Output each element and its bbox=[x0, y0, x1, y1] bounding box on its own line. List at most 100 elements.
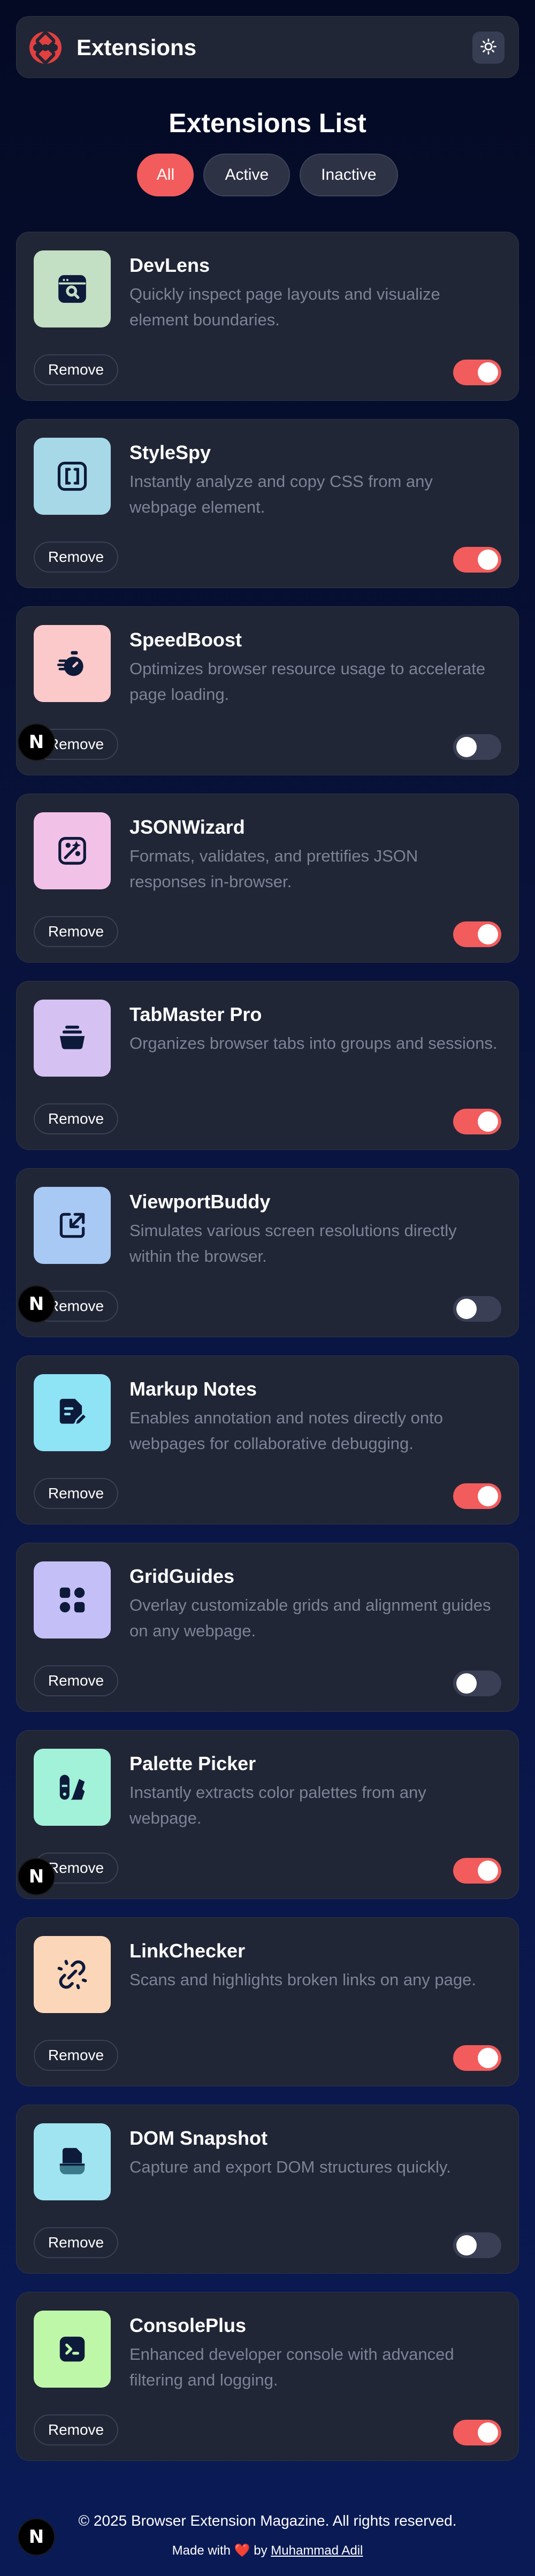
logo-icon bbox=[28, 31, 63, 65]
extension-description: Instantly analyze and copy CSS from any … bbox=[129, 472, 433, 516]
extension-toggle[interactable] bbox=[453, 921, 501, 947]
extension-description: Optimizes browser resource usage to acce… bbox=[129, 659, 486, 704]
footer-credit: Made with ❤️ by Muhammad Adil bbox=[0, 2543, 535, 2559]
theme-toggle-button[interactable] bbox=[472, 32, 505, 64]
extension-name: ViewportBuddy bbox=[129, 1191, 271, 1213]
toggle-knob bbox=[478, 1861, 498, 1881]
sun-icon bbox=[479, 37, 498, 58]
filter-active-button[interactable]: Active bbox=[203, 154, 291, 196]
toggle-knob bbox=[478, 924, 498, 944]
extension-toggle[interactable] bbox=[453, 2045, 501, 2071]
extension-description: Quickly inspect page layouts and visuali… bbox=[129, 285, 440, 329]
toggle-knob bbox=[478, 1111, 498, 1132]
extension-description: Formats, validates, and prettifies JSON … bbox=[129, 847, 418, 891]
author-link[interactable]: Muhammad Adil bbox=[271, 2543, 363, 2558]
grid-icon bbox=[34, 1561, 111, 1638]
heart-icon: ❤️ bbox=[234, 2543, 250, 2558]
app-header: Extensions bbox=[16, 16, 519, 78]
brackets-icon bbox=[34, 438, 111, 515]
remove-button[interactable]: Remove bbox=[34, 2227, 118, 2258]
extension-name: Markup Notes bbox=[129, 1378, 257, 1400]
dev-badge-icon[interactable]: N bbox=[19, 725, 54, 760]
remove-button[interactable]: Remove bbox=[34, 2040, 118, 2071]
app-title: Extensions bbox=[77, 35, 197, 60]
extension-card: ConsolePlus Enhanced developer console w… bbox=[16, 2292, 519, 2461]
extension-toggle[interactable] bbox=[453, 1109, 501, 1134]
extension-card: TabMaster Pro Organizes browser tabs int… bbox=[16, 981, 519, 1150]
palette-icon bbox=[34, 1749, 111, 1826]
snapshot-icon bbox=[34, 2123, 111, 2200]
extension-toggle[interactable] bbox=[453, 360, 501, 385]
extension-toggle[interactable] bbox=[453, 1296, 501, 1322]
browser-search-icon bbox=[34, 250, 111, 327]
remove-button[interactable]: Remove bbox=[34, 1665, 118, 1696]
resize-icon bbox=[34, 1187, 111, 1264]
extension-name: GridGuides bbox=[129, 1565, 235, 1587]
remove-button[interactable]: Remove bbox=[34, 1103, 118, 1134]
extension-card: JSONWizard Formats, validates, and prett… bbox=[16, 794, 519, 963]
extension-description: Enhanced developer console with advanced… bbox=[129, 2345, 454, 2389]
extension-name: LinkChecker bbox=[129, 1940, 246, 1962]
extension-description: Organizes browser tabs into groups and s… bbox=[129, 1034, 498, 1053]
extension-description: Capture and export DOM structures quickl… bbox=[129, 2158, 451, 2176]
magic-wand-icon bbox=[34, 812, 111, 889]
remove-button[interactable]: Remove bbox=[34, 916, 118, 947]
extension-description: Simulates various screen resolutions dir… bbox=[129, 1221, 457, 1266]
extension-name: DOM Snapshot bbox=[129, 2127, 268, 2149]
extension-card: ViewportBuddy Simulates various screen r… bbox=[16, 1168, 519, 1337]
extension-toggle[interactable] bbox=[453, 1858, 501, 1884]
stopwatch-icon bbox=[34, 625, 111, 702]
dev-badge-icon[interactable]: N bbox=[19, 1859, 54, 1894]
extension-toggle[interactable] bbox=[453, 1671, 501, 1696]
dev-badge-icon[interactable]: N bbox=[19, 1286, 54, 1322]
extension-card: Palette Picker Instantly extracts color … bbox=[16, 1730, 519, 1899]
terminal-icon bbox=[34, 2311, 111, 2388]
toggle-knob bbox=[478, 362, 498, 383]
extension-card: LinkChecker Scans and highlights broken … bbox=[16, 1917, 519, 2086]
remove-button[interactable]: Remove bbox=[34, 1478, 118, 1509]
tabs-stack-icon bbox=[34, 1000, 111, 1077]
extension-description: Scans and highlights broken links on any… bbox=[129, 1970, 476, 1989]
extension-toggle[interactable] bbox=[453, 547, 501, 573]
dev-badge-letter: N bbox=[28, 1293, 44, 1315]
filter-tabs: All Active Inactive bbox=[0, 154, 535, 196]
extensions-list-title: Extensions List bbox=[169, 108, 366, 138]
filter-all-button[interactable]: All bbox=[137, 154, 194, 196]
extension-toggle[interactable] bbox=[453, 1483, 501, 1509]
toggle-knob bbox=[478, 550, 498, 570]
extension-name: DevLens bbox=[129, 254, 210, 276]
dev-badge-letter: N bbox=[28, 731, 44, 753]
extension-toggle[interactable] bbox=[453, 2232, 501, 2258]
extension-card: GridGuides Overlay customizable grids an… bbox=[16, 1543, 519, 1712]
extension-name: ConsolePlus bbox=[129, 2314, 247, 2336]
extension-card: SpeedBoost Optimizes browser resource us… bbox=[16, 606, 519, 775]
extension-card: StyleSpy Instantly analyze and copy CSS … bbox=[16, 419, 519, 588]
toggle-knob bbox=[456, 1299, 477, 1319]
filter-inactive-button[interactable]: Inactive bbox=[300, 154, 398, 196]
footer-copyright: © 2025 Browser Extension Magazine. All r… bbox=[78, 2512, 457, 2529]
extension-toggle[interactable] bbox=[453, 734, 501, 760]
note-edit-icon bbox=[34, 1374, 111, 1451]
toggle-knob bbox=[456, 2235, 477, 2255]
footer-by: by bbox=[254, 2543, 268, 2558]
extension-name: Palette Picker bbox=[129, 1752, 256, 1774]
extensions-grid: DevLens Quickly inspect page layouts and… bbox=[16, 232, 519, 2479]
extension-name: StyleSpy bbox=[129, 441, 211, 463]
toggle-knob bbox=[478, 1486, 498, 1506]
extension-description: Instantly extracts color palettes from a… bbox=[129, 1783, 426, 1827]
extension-card: Markup Notes Enables annotation and note… bbox=[16, 1355, 519, 1525]
toggle-knob bbox=[478, 2422, 498, 2443]
extension-card: DOM Snapshot Capture and export DOM stru… bbox=[16, 2105, 519, 2274]
extension-description: Enables annotation and notes directly on… bbox=[129, 1408, 443, 1453]
extension-name: JSONWizard bbox=[129, 816, 245, 838]
toggle-knob bbox=[478, 2048, 498, 2068]
extension-name: TabMaster Pro bbox=[129, 1003, 262, 1025]
extension-toggle[interactable] bbox=[453, 2420, 501, 2445]
remove-button[interactable]: Remove bbox=[34, 354, 118, 385]
toggle-knob bbox=[456, 1673, 477, 1694]
remove-button[interactable]: Remove bbox=[34, 542, 118, 573]
remove-button[interactable]: Remove bbox=[34, 2414, 118, 2445]
broken-link-icon bbox=[34, 1936, 111, 2013]
dev-badge-letter: N bbox=[28, 1866, 44, 1887]
toggle-knob bbox=[456, 737, 477, 757]
